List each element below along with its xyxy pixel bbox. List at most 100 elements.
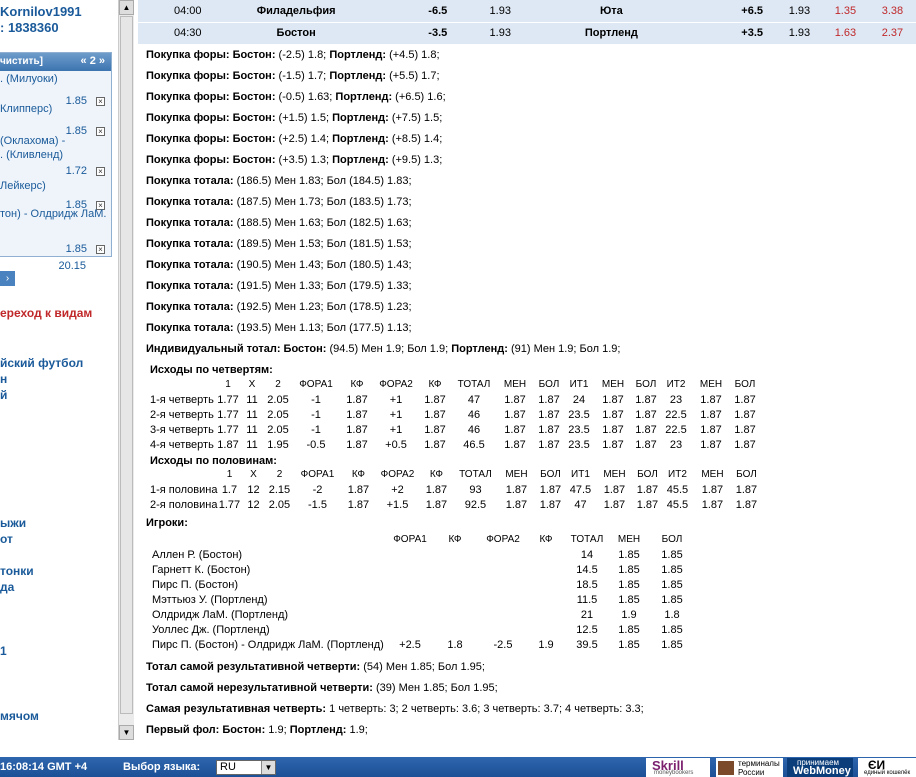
market-line[interactable]: Покупка форы: Бостон: (+3.5) 1.3; Портле… [146, 154, 442, 166]
odds-cell[interactable]: 22.5 [660, 407, 692, 422]
odds-cell[interactable]: 1.85 [650, 577, 694, 592]
game-row[interactable]: 04:30 Бостон -3.5 1.93 Портленд +3.5 1.93 1.63 2… [138, 22, 916, 45]
odds-cell[interactable] [430, 622, 480, 637]
odds-cell[interactable]: 1.87 [730, 407, 760, 422]
game-odds2[interactable]: 1.93 [777, 0, 822, 23]
odds-cell[interactable]: 1.87 [534, 422, 564, 437]
odds-cell[interactable]: 1.87 [535, 497, 565, 512]
odds-cell[interactable]: 1.87 [632, 437, 660, 452]
sport-link[interactable]: ыжи [0, 516, 26, 530]
sport-link[interactable]: тонки [0, 564, 34, 578]
odds-cell[interactable]: 1.77 [217, 497, 241, 512]
odds-cell[interactable]: 1.87 [496, 407, 534, 422]
odds-cell[interactable] [390, 592, 430, 607]
market-line[interactable]: Покупка тотала: (190.5) Мен 1.43; Бол (1… [146, 259, 412, 271]
odds-cell[interactable] [430, 607, 480, 622]
odds-cell[interactable]: 1.87 [632, 392, 660, 407]
odds-cell[interactable]: 1.87 [594, 437, 632, 452]
odds-cell[interactable]: 46 [452, 407, 496, 422]
odds-cell[interactable] [526, 547, 566, 562]
game-team1[interactable]: Филадельфия [212, 0, 380, 23]
odds-cell[interactable] [390, 577, 430, 592]
odds-cell[interactable] [430, 562, 480, 577]
odds-cell[interactable]: 1.85 [608, 637, 650, 652]
odds-cell[interactable]: 1.87 [497, 482, 535, 497]
game-total2[interactable]: 3.38 [868, 0, 916, 23]
odds-cell[interactable] [526, 592, 566, 607]
odds-cell[interactable]: 1.85 [608, 562, 650, 577]
odds-cell[interactable] [526, 562, 566, 577]
odds-cell[interactable]: 1.87 [692, 407, 730, 422]
game-handicap2[interactable]: +6.5 [691, 0, 778, 23]
odds-cell[interactable]: 1.87 [632, 407, 660, 422]
close-icon[interactable]: × [96, 245, 105, 254]
odds-cell[interactable]: +0.5 [374, 437, 418, 452]
scroll-up-icon[interactable]: ▲ [119, 0, 134, 15]
odds-cell[interactable]: 1.77 [216, 392, 240, 407]
market-line[interactable]: Покупка тотала: (189.5) Мен 1.53; Бол (1… [146, 238, 412, 250]
odds-cell[interactable]: 1.85 [608, 622, 650, 637]
sport-link[interactable]: от [0, 532, 13, 546]
market-line[interactable]: Покупка форы: Бостон: (+2.5) 1.4; Портле… [146, 133, 442, 145]
odds-cell[interactable]: +2.5 [390, 637, 430, 652]
odds-cell[interactable]: 1.87 [497, 497, 535, 512]
odds-cell[interactable]: 12 [241, 497, 265, 512]
sport-link[interactable]: й [0, 388, 7, 402]
odds-cell[interactable]: 47 [452, 392, 496, 407]
game-odds1[interactable]: 1.93 [469, 22, 532, 45]
odds-cell[interactable]: 1.95 [264, 437, 292, 452]
odds-cell[interactable]: 92.5 [453, 497, 497, 512]
game-handicap2[interactable]: +3.5 [691, 22, 778, 45]
odds-cell[interactable]: 1.77 [216, 407, 240, 422]
odds-cell[interactable]: 2.05 [264, 422, 292, 437]
market-line[interactable]: Покупка тотала: (191.5) Мен 1.33; Бол (1… [146, 280, 412, 292]
odds-cell[interactable]: 1.87 [534, 437, 564, 452]
game-handicap1[interactable]: -6.5 [379, 0, 470, 23]
odds-cell[interactable]: 1.87 [633, 497, 661, 512]
odds-cell[interactable]: 1.85 [650, 622, 694, 637]
sport-link[interactable]: 1 [0, 644, 7, 658]
coupon-pager[interactable]: « 2 » [81, 55, 105, 67]
odds-cell[interactable]: 1.87 [418, 392, 452, 407]
market-line[interactable]: Первый фол: Бостон: 1.9; Портленд: 1.9; [146, 724, 368, 736]
odds-cell[interactable]: 1.87 [341, 497, 375, 512]
odds-cell[interactable]: +1 [374, 407, 418, 422]
game-odds2[interactable]: 1.93 [777, 22, 822, 45]
odds-cell[interactable]: 1.85 [650, 637, 694, 652]
odds-cell[interactable]: 1.8 [650, 607, 694, 622]
game-team1[interactable]: Бостон [212, 22, 380, 45]
odds-cell[interactable]: +2 [375, 482, 419, 497]
game-handicap1[interactable]: -3.5 [379, 22, 470, 45]
odds-cell[interactable]: 1.87 [595, 497, 633, 512]
odds-cell[interactable]: +1.5 [375, 497, 419, 512]
sport-link[interactable]: мячом [0, 709, 39, 723]
odds-cell[interactable]: 1.87 [496, 422, 534, 437]
odds-cell[interactable]: 1.87 [419, 482, 453, 497]
odds-cell[interactable]: 11 [240, 407, 264, 422]
chevron-down-icon[interactable]: ▼ [261, 761, 275, 774]
odds-cell[interactable]: 2.15 [265, 482, 293, 497]
odds-cell[interactable] [390, 562, 430, 577]
odds-cell[interactable]: 39.5 [566, 637, 608, 652]
odds-cell[interactable] [526, 622, 566, 637]
user-name[interactable]: Kornilov1991 [0, 4, 82, 19]
odds-cell[interactable]: 1.87 [341, 482, 375, 497]
game-total1[interactable]: 1.63 [821, 22, 869, 45]
market-line[interactable]: Самая результативная четверть: 1 четверт… [146, 703, 644, 715]
odds-cell[interactable]: 1.87 [730, 392, 760, 407]
odds-cell[interactable]: 47 [565, 497, 595, 512]
odds-cell[interactable]: 1.87 [594, 422, 632, 437]
odds-cell[interactable] [480, 592, 526, 607]
sport-link[interactable]: да [0, 580, 14, 594]
close-icon[interactable]: × [96, 167, 105, 176]
odds-cell[interactable] [430, 592, 480, 607]
odds-cell[interactable] [526, 607, 566, 622]
odds-cell[interactable]: +1 [374, 392, 418, 407]
game-time[interactable]: 04:00 [138, 0, 213, 23]
odds-cell[interactable]: 12.5 [566, 622, 608, 637]
odds-cell[interactable]: 1.7 [217, 482, 241, 497]
odds-cell[interactable]: -2 [293, 482, 341, 497]
odds-cell[interactable]: 1.87 [692, 392, 730, 407]
odds-cell[interactable]: 23.5 [564, 437, 594, 452]
game-team2[interactable]: Портленд [531, 22, 692, 45]
